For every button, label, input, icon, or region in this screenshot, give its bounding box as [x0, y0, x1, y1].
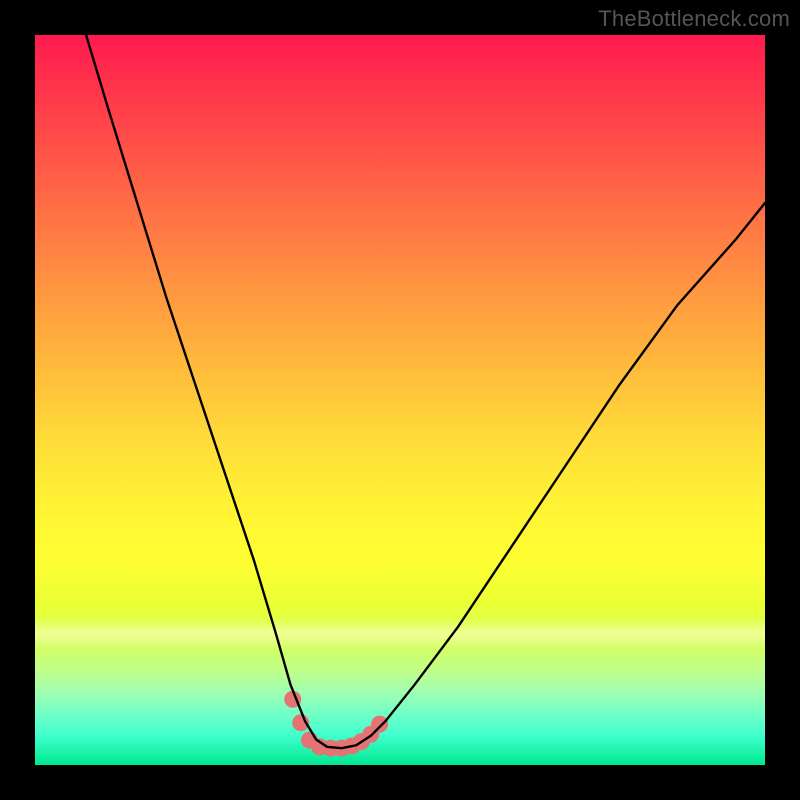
plot-area	[35, 35, 765, 765]
chart-svg	[35, 35, 765, 765]
optimal-point-marker	[371, 716, 388, 733]
bottleneck-curve	[86, 35, 765, 748]
chart-frame: TheBottleneck.com	[0, 0, 800, 800]
watermark-text: TheBottleneck.com	[598, 6, 790, 32]
